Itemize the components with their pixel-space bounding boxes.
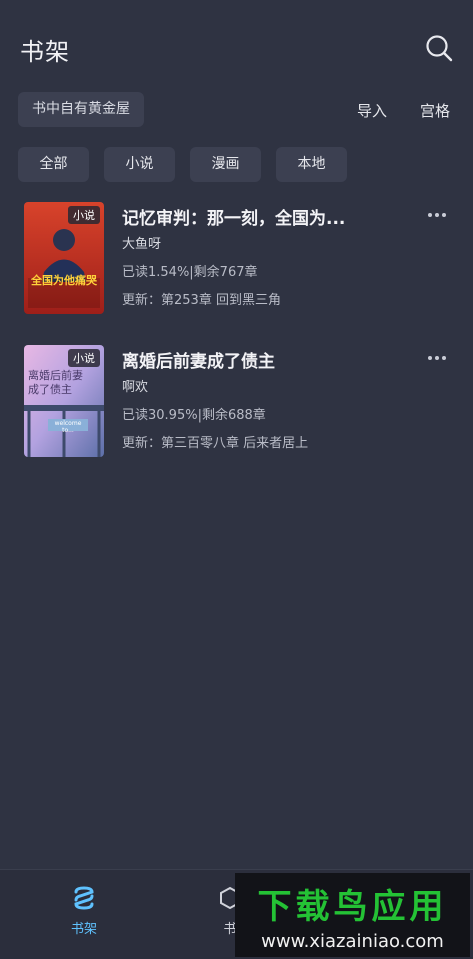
more-button[interactable] [427, 343, 447, 367]
cover-tag: 小说 [68, 206, 100, 224]
quote-chip: 书中自有黄金屋 [18, 92, 144, 127]
book-item[interactable]: 小说 离婚后前妻成了债主 welcome to... 离婚后前妻成了债主 啊欢 … [0, 343, 473, 458]
filter-local[interactable]: 本地 [276, 147, 347, 182]
cover-title: 离婚后前妻成了债主 [28, 369, 83, 396]
cover-tag: 小说 [68, 349, 100, 367]
book-update: 更新：第253章 回到黑三角 [122, 293, 281, 308]
toolbar: 书中自有黄金屋 导入 宫格 [0, 90, 473, 130]
watermark-title: 下载鸟应用 [257, 887, 448, 927]
more-dots-icon [428, 356, 446, 360]
book-author: 大鱼呀 [122, 237, 162, 252]
watermark: 下载鸟应用 www.xiazainiao.com [235, 873, 470, 957]
filter-comic[interactable]: 漫画 [190, 147, 261, 182]
search-icon [426, 35, 453, 62]
cover-title: 全国为他痛哭 [31, 274, 97, 287]
nav-bookshelf-label: 书架 [70, 922, 97, 937]
book-progress: 已读1.54%|剩余767章 [122, 265, 258, 280]
book-title: 记忆审判：那一刻，全国为... [122, 209, 346, 229]
more-dots-icon [428, 213, 446, 217]
header: 书架 [0, 0, 473, 90]
search-button[interactable] [425, 34, 453, 62]
import-button[interactable]: 导入 [357, 100, 387, 121]
book-update: 更新：第三百零八章 后来者居上 [122, 436, 309, 451]
bookshelf-icon [74, 886, 94, 910]
nav-bookshelf[interactable]: 书架 [54, 886, 114, 937]
bookshelf-screen: 书架 书中自有黄金屋 导入 宫格 全部 小说 漫画 本地 小说 全国为他痛哭 记… [0, 0, 473, 959]
filter-novel[interactable]: 小说 [104, 147, 175, 182]
filter-tabs: 全部 小说 漫画 本地 [18, 147, 347, 182]
book-cover: 小说 全国为他痛哭 [24, 202, 104, 314]
book-item[interactable]: 小说 全国为他痛哭 记忆审判：那一刻，全国为... 大鱼呀 已读1.54%|剩余… [0, 200, 473, 315]
book-cover: 小说 离婚后前妻成了债主 welcome to... [24, 345, 104, 457]
book-progress: 已读30.95%|剩余688章 [122, 408, 266, 423]
filter-all[interactable]: 全部 [18, 147, 89, 182]
page-title: 书架 [20, 38, 70, 66]
grid-view-button[interactable]: 宫格 [420, 100, 450, 121]
more-button[interactable] [427, 200, 447, 224]
book-author: 啊欢 [122, 380, 149, 395]
watermark-url: www.xiazainiao.com [261, 931, 444, 952]
cover-sign: welcome to... [54, 420, 82, 434]
book-title: 离婚后前妻成了债主 [122, 352, 275, 372]
